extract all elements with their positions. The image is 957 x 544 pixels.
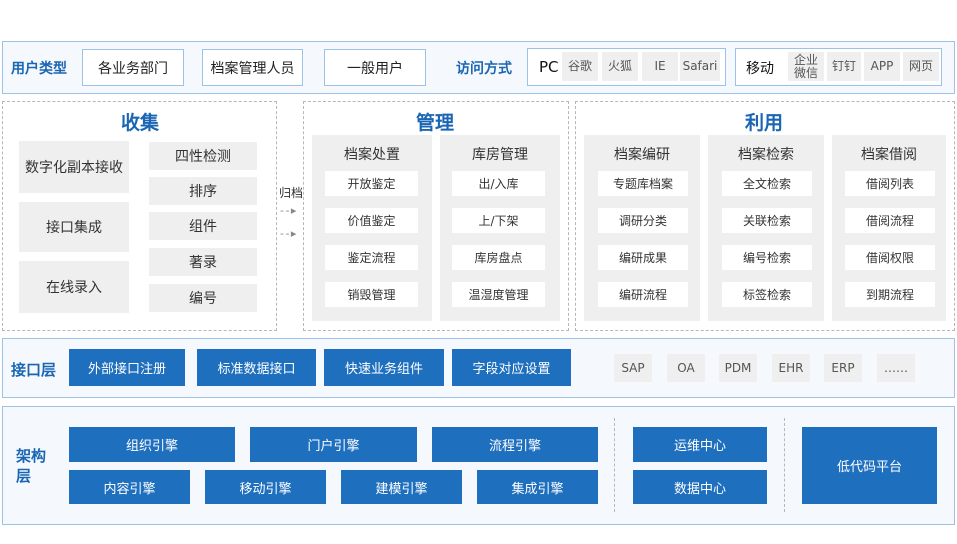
use-related-search[interactable]: 关联检索 xyxy=(722,208,812,233)
use-research-flow[interactable]: 编研流程 xyxy=(598,282,688,307)
use-col-borrow-title: 档案借阅 xyxy=(861,147,917,163)
engine-process[interactable]: 流程引擎 xyxy=(432,427,598,462)
use-title: 利用 xyxy=(745,112,784,134)
mobile-app[interactable]: APP xyxy=(864,52,900,81)
interface-field-mapping[interactable]: 字段对应设置 xyxy=(452,349,571,386)
arch-divider xyxy=(784,418,785,512)
archive-arrow-icon: - - ▸ xyxy=(280,227,296,240)
collect-interface-integration[interactable]: 接口集成 xyxy=(19,202,129,252)
mobile-web[interactable]: 网页 xyxy=(903,52,939,81)
manage-humidity[interactable]: 温湿度管理 xyxy=(452,282,545,307)
mobile-dingtalk[interactable]: 钉钉 xyxy=(827,52,861,81)
user-type-label: 用户类型 xyxy=(11,61,67,77)
collect-online-entry[interactable]: 在线录入 xyxy=(19,261,129,313)
manage-value-appraisal[interactable]: 价值鉴定 xyxy=(325,208,418,233)
use-topic-archive[interactable]: 专题库档案 xyxy=(598,171,688,196)
archive-arrow-icon: - - ▸ xyxy=(280,204,296,217)
manage-inventory[interactable]: 库房盘点 xyxy=(452,245,545,270)
archive-label: 归档 xyxy=(279,186,304,200)
use-research-results[interactable]: 编研成果 xyxy=(598,245,688,270)
interface-external-register[interactable]: 外部接口注册 xyxy=(69,349,185,386)
use-tag-search[interactable]: 标签检索 xyxy=(722,282,812,307)
pc-browser-safari[interactable]: Safari xyxy=(680,52,720,81)
mobile-label: 移动 xyxy=(746,61,774,77)
engine-mobile[interactable]: 移动引擎 xyxy=(205,470,326,504)
engine-modeling[interactable]: 建模引擎 xyxy=(341,470,462,504)
pc-browser-chrome[interactable]: 谷歌 xyxy=(562,52,598,81)
system-oa[interactable]: OA xyxy=(667,354,705,382)
manage-col-disposal-title: 档案处置 xyxy=(344,147,400,163)
pc-browser-firefox[interactable]: 火狐 xyxy=(602,52,638,81)
interface-layer-label: 接口层 xyxy=(11,361,57,379)
manage-col-storage-title: 库房管理 xyxy=(472,147,528,163)
system-sap[interactable]: SAP xyxy=(614,354,652,382)
use-col-search-title: 档案检索 xyxy=(738,147,794,163)
use-number-search[interactable]: 编号检索 xyxy=(722,245,812,270)
system-erp[interactable]: ERP xyxy=(824,354,862,382)
collect-sort[interactable]: 排序 xyxy=(149,177,257,205)
engine-organization[interactable]: 组织引擎 xyxy=(69,427,235,462)
collect-digital-copy[interactable]: 数字化副本接收 xyxy=(19,141,129,193)
data-center[interactable]: 数据中心 xyxy=(633,470,767,504)
collect-title: 收集 xyxy=(121,112,160,134)
collect-four-checks[interactable]: 四性检测 xyxy=(149,142,257,170)
ops-center[interactable]: 运维中心 xyxy=(633,427,767,462)
interface-standard-data[interactable]: 标准数据接口 xyxy=(197,349,316,386)
manage-title: 管理 xyxy=(416,112,455,134)
system-pdm[interactable]: PDM xyxy=(719,354,757,382)
system-more[interactable]: …… xyxy=(877,354,915,382)
use-borrow-flow[interactable]: 借阅流程 xyxy=(845,208,935,233)
arch-divider xyxy=(614,418,615,512)
user-type-business-dept[interactable]: 各业务部门 xyxy=(82,49,184,86)
low-code-platform[interactable]: 低代码平台 xyxy=(802,427,937,504)
arch-layer-label: 架构层 xyxy=(16,447,47,485)
engine-content[interactable]: 内容引擎 xyxy=(69,470,190,504)
manage-in-out[interactable]: 出/入库 xyxy=(452,171,545,196)
user-type-general-user[interactable]: 一般用户 xyxy=(324,49,426,86)
use-expiry-flow[interactable]: 到期流程 xyxy=(845,282,935,307)
interface-quick-component[interactable]: 快速业务组件 xyxy=(324,349,444,386)
use-fulltext-search[interactable]: 全文检索 xyxy=(722,171,812,196)
use-borrow-list[interactable]: 借阅列表 xyxy=(845,171,935,196)
engine-portal[interactable]: 门户引擎 xyxy=(250,427,417,462)
collect-number[interactable]: 编号 xyxy=(149,284,257,312)
pc-browser-ie[interactable]: IE xyxy=(642,52,678,81)
engine-integration[interactable]: 集成引擎 xyxy=(477,470,598,504)
use-research-category[interactable]: 调研分类 xyxy=(598,208,688,233)
use-borrow-permission[interactable]: 借阅权限 xyxy=(845,245,935,270)
mobile-wecom[interactable]: 企业 微信 xyxy=(788,52,824,81)
collect-assemble[interactable]: 组件 xyxy=(149,212,257,240)
use-col-research-title: 档案编研 xyxy=(614,147,670,163)
system-ehr[interactable]: EHR xyxy=(772,354,810,382)
manage-open-appraisal[interactable]: 开放鉴定 xyxy=(325,171,418,196)
pc-label: PC xyxy=(539,58,559,76)
manage-appraisal-flow[interactable]: 鉴定流程 xyxy=(325,245,418,270)
collect-describe[interactable]: 著录 xyxy=(149,248,257,276)
user-type-archive-staff[interactable]: 档案管理人员 xyxy=(202,49,303,86)
manage-shelve[interactable]: 上/下架 xyxy=(452,208,545,233)
manage-destruction[interactable]: 销毁管理 xyxy=(325,282,418,307)
access-method-label: 访问方式 xyxy=(456,61,512,77)
